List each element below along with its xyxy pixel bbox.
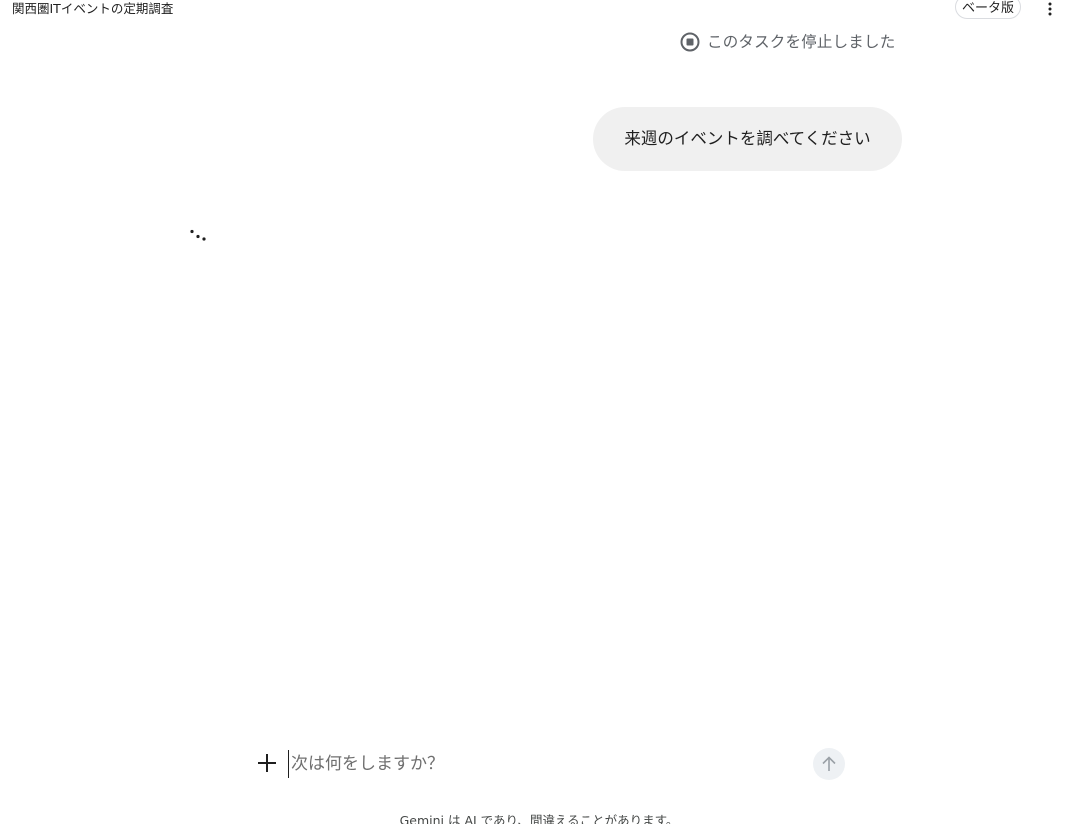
prompt-composer [250, 744, 852, 784]
stop-circle-icon [680, 32, 700, 52]
task-stopped-text: このタスクを停止しました [707, 33, 896, 51]
user-message-text: 来週のイベントを調べてください [624, 129, 871, 148]
send-button[interactable] [813, 748, 845, 780]
thinking-dots-icon [188, 227, 210, 243]
ai-disclaimer: Gemini は AI であり、間違えることがあります。 [399, 813, 679, 824]
chat-title: 関西圏ITイベントの定期調査 [12, 1, 174, 16]
chat-page: 関西圏ITイベントの定期調査 ベータ版 このタスクを停止しました 来週のイベント… [0, 0, 1078, 824]
more-options-button[interactable] [1040, 0, 1060, 18]
add-attachment-button[interactable] [256, 752, 278, 774]
beta-badge[interactable]: ベータ版 [955, 0, 1021, 19]
more-vert-icon [1040, 0, 1060, 18]
top-bar: 関西圏ITイベントの定期調査 ベータ版 [0, 0, 1078, 20]
user-message-bubble: 来週のイベントを調べてください [593, 107, 902, 171]
plus-icon [256, 754, 278, 778]
prompt-input[interactable] [288, 750, 791, 778]
